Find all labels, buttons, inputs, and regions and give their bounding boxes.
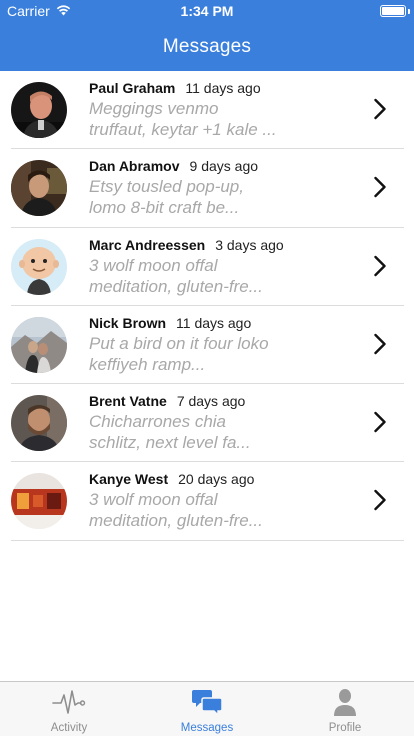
chevron-right-icon bbox=[374, 490, 386, 511]
message-row-marc-andreessen[interactable]: Marc Andreessen 3 days ago 3 wolf moon of… bbox=[0, 228, 414, 306]
message-preview: Meggings venmo truffaut, keytar +1 kale .… bbox=[89, 99, 277, 139]
avatar bbox=[11, 82, 67, 138]
battery-icon bbox=[380, 5, 406, 17]
sender-name: Paul Graham 11 days ago bbox=[89, 80, 261, 96]
chevron-right-icon bbox=[374, 255, 386, 276]
sender-name: Kanye West 20 days ago bbox=[89, 471, 255, 488]
message-date: 20 days ago bbox=[178, 471, 255, 488]
chevron-right-icon bbox=[374, 177, 386, 198]
battery-tip bbox=[408, 9, 410, 14]
chevron-right-icon bbox=[374, 98, 386, 120]
row-divider bbox=[11, 539, 404, 541]
tab-messages[interactable]: Messages bbox=[138, 682, 276, 736]
tab-label: Activity bbox=[50, 722, 88, 734]
chevron-right-icon bbox=[374, 333, 386, 355]
tab-label: Profile bbox=[328, 722, 362, 734]
tab-bar: Activity Messages Profile bbox=[0, 681, 414, 736]
message-row-paul-graham[interactable]: Paul Graham 11 days ago Meggings venmo tru… bbox=[0, 71, 414, 150]
navigation-bar: Messages bbox=[0, 22, 414, 71]
avatar bbox=[11, 160, 67, 217]
message-preview: Chicharrones chia schlitz, next level fa.… bbox=[89, 412, 251, 453]
message-date: 11 days ago bbox=[176, 314, 252, 331]
sender-name: Marc Andreessen 3 days ago bbox=[89, 236, 284, 253]
sender-name: Nick Brown 11 days ago bbox=[89, 314, 252, 331]
message-list: Paul Graham 11 days ago Meggings venmo tru… bbox=[0, 71, 414, 541]
message-preview: 3 wolf moon offal meditation, gluten-fre.… bbox=[89, 255, 263, 296]
tab-label: Messages bbox=[180, 722, 234, 734]
page-title: Messages bbox=[162, 36, 252, 57]
activity-pulse-icon bbox=[52, 690, 86, 714]
tab-activity[interactable]: Activity bbox=[0, 682, 138, 736]
avatar bbox=[11, 238, 67, 295]
avatar bbox=[11, 395, 67, 452]
sender-name: Brent Vatne 7 days ago bbox=[89, 393, 246, 410]
message-row-brent-vatne[interactable]: Brent Vatne 7 days ago Chicharrones chia s… bbox=[0, 384, 414, 463]
message-date: 11 days ago bbox=[185, 80, 261, 96]
message-preview: Etsy tousled pop-up, lomo 8-bit craft be.… bbox=[89, 177, 244, 218]
chat-bubbles-icon bbox=[192, 690, 223, 717]
message-preview: Put a bird on it four loko keffiyeh ramp.… bbox=[89, 333, 269, 374]
status-bar: Carrier 1:34 PM bbox=[0, 0, 414, 22]
clock-time: 1:34 PM bbox=[180, 3, 234, 19]
message-date: 9 days ago bbox=[189, 158, 259, 175]
message-preview: 3 wolf moon offal meditation, gluten-fre.… bbox=[89, 490, 263, 531]
chevron-right-icon bbox=[374, 411, 386, 433]
message-row-nick-brown[interactable]: Nick Brown 11 days ago Put a bird on it f… bbox=[0, 306, 414, 385]
message-date: 3 days ago bbox=[215, 236, 284, 253]
message-row-dan-abramov[interactable]: Dan Abramov 9 days ago Etsy tousled pop-u… bbox=[0, 149, 414, 228]
tab-profile[interactable]: Profile bbox=[276, 682, 414, 736]
avatar bbox=[11, 473, 67, 530]
message-row-kanye-west[interactable]: Kanye West 20 days ago 3 wolf moon offal m… bbox=[0, 462, 414, 541]
avatar bbox=[11, 316, 67, 373]
sender-name: Dan Abramov 9 days ago bbox=[89, 158, 259, 175]
person-icon bbox=[334, 689, 356, 716]
message-date: 7 days ago bbox=[176, 393, 246, 410]
